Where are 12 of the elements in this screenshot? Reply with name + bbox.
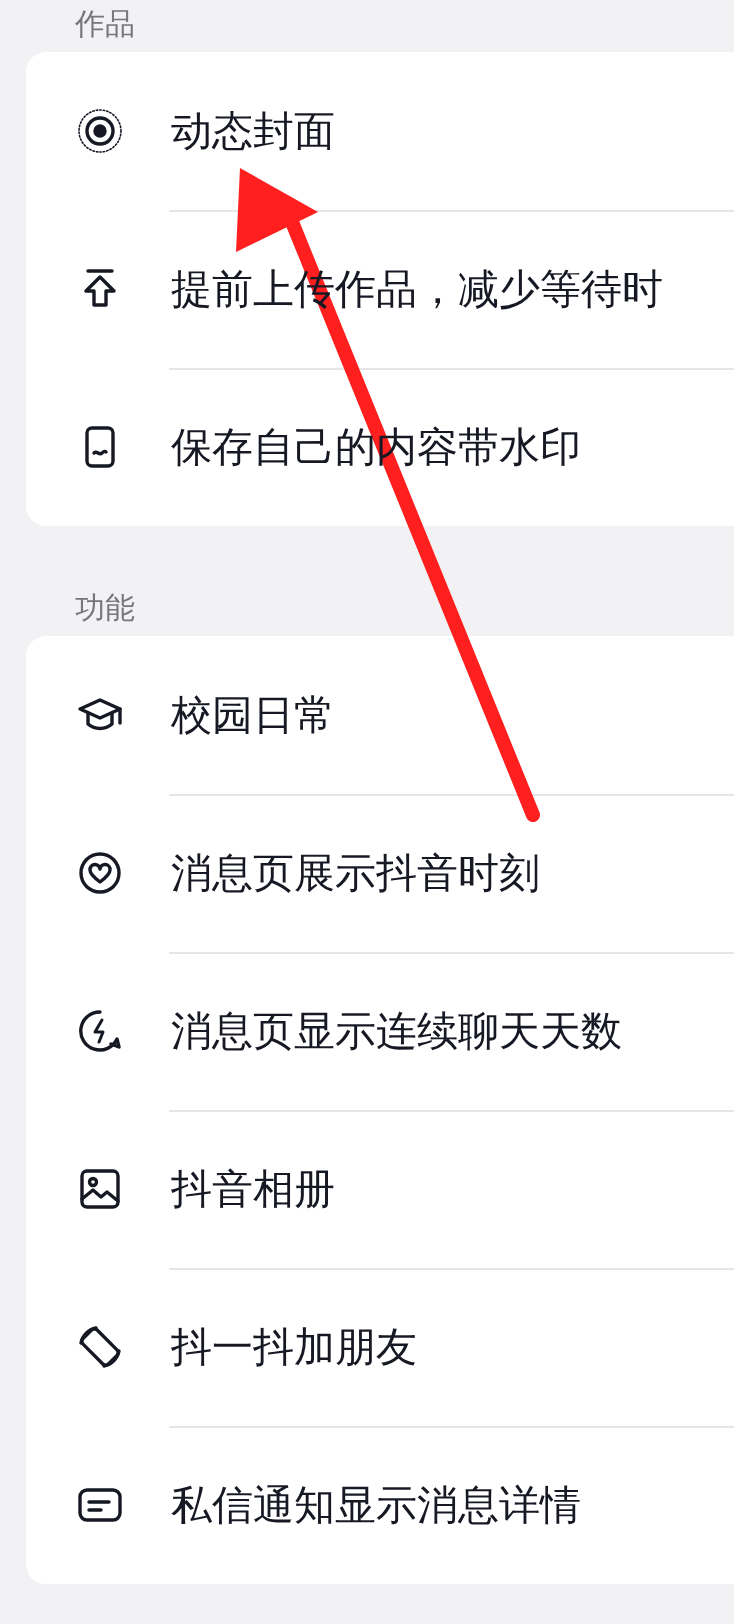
setting-label[interactable]: 校园日常 xyxy=(171,687,335,743)
target-icon xyxy=(76,107,124,155)
section-title: 功能 xyxy=(75,589,136,627)
section-title: 作品 xyxy=(75,5,136,43)
setting-label[interactable]: 私信通知显示消息详情 xyxy=(171,1477,581,1533)
setting-label[interactable]: 消息页显示连续聊天天数 xyxy=(171,1003,622,1059)
rotate-phone-icon xyxy=(76,1323,124,1371)
setting-label[interactable]: 抖一抖加朋友 xyxy=(171,1319,417,1375)
setting-label[interactable]: 消息页展示抖音时刻 xyxy=(171,845,540,901)
setting-label[interactable]: 抖音相册 xyxy=(171,1161,335,1217)
setting-label[interactable]: 动态封面 xyxy=(171,103,335,159)
lightning-bubble-icon xyxy=(76,1007,124,1055)
